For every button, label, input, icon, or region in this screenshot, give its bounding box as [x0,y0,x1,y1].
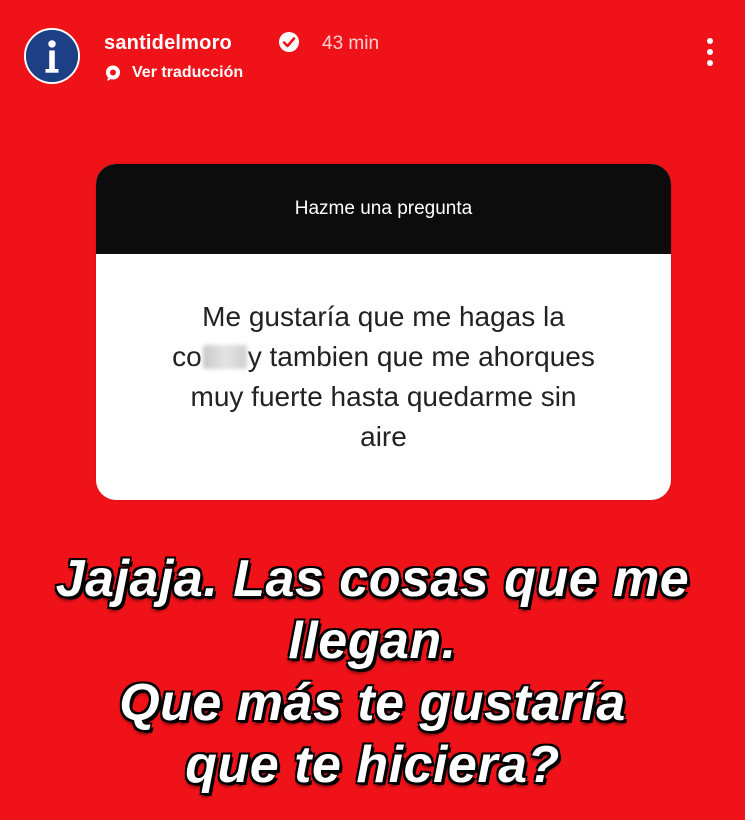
avatar[interactable] [24,28,80,84]
story-caption: Jajaja. Las cosas que me llegan. Que más… [0,548,745,796]
question-word-fragment: co [172,341,202,372]
caption-line: Jajaja. Las cosas que me [55,550,690,608]
question-line: co y tambien que me ahorques [172,337,595,377]
question-sticker[interactable]: Hazme una pregunta Me gustaría que me ha… [96,164,671,500]
translate-bubble-icon [106,65,120,81]
caption-line: que te hiciera? [185,736,560,794]
question-line: aire [360,421,407,452]
avatar-logo-icon [26,30,78,82]
verified-badge-icon [279,32,299,52]
translate-link[interactable]: Ver traducción [104,64,243,82]
translate-label: Ver traducción [132,64,244,81]
more-vertical-icon [707,38,713,44]
username[interactable]: santidelmoro [104,32,232,55]
question-text: Me gustaría que me hagas la co y tambien … [96,254,671,500]
caption-line: Que más te gustaría [119,674,626,732]
question-line: Me gustaría que me hagas la [202,301,565,332]
question-line-rest: y tambien que me ahorques [247,341,595,372]
more-options-button[interactable] [700,38,720,74]
story-frame: santidelmoro 43 min Ver traducción Hazme… [0,0,745,820]
question-line: muy fuerte hasta quedarme sin [190,381,577,412]
post-time: 43 min [322,33,380,54]
censored-blur [202,345,247,369]
caption-line: llegan. [288,612,457,670]
question-sticker-title: Hazme una pregunta [96,164,671,254]
